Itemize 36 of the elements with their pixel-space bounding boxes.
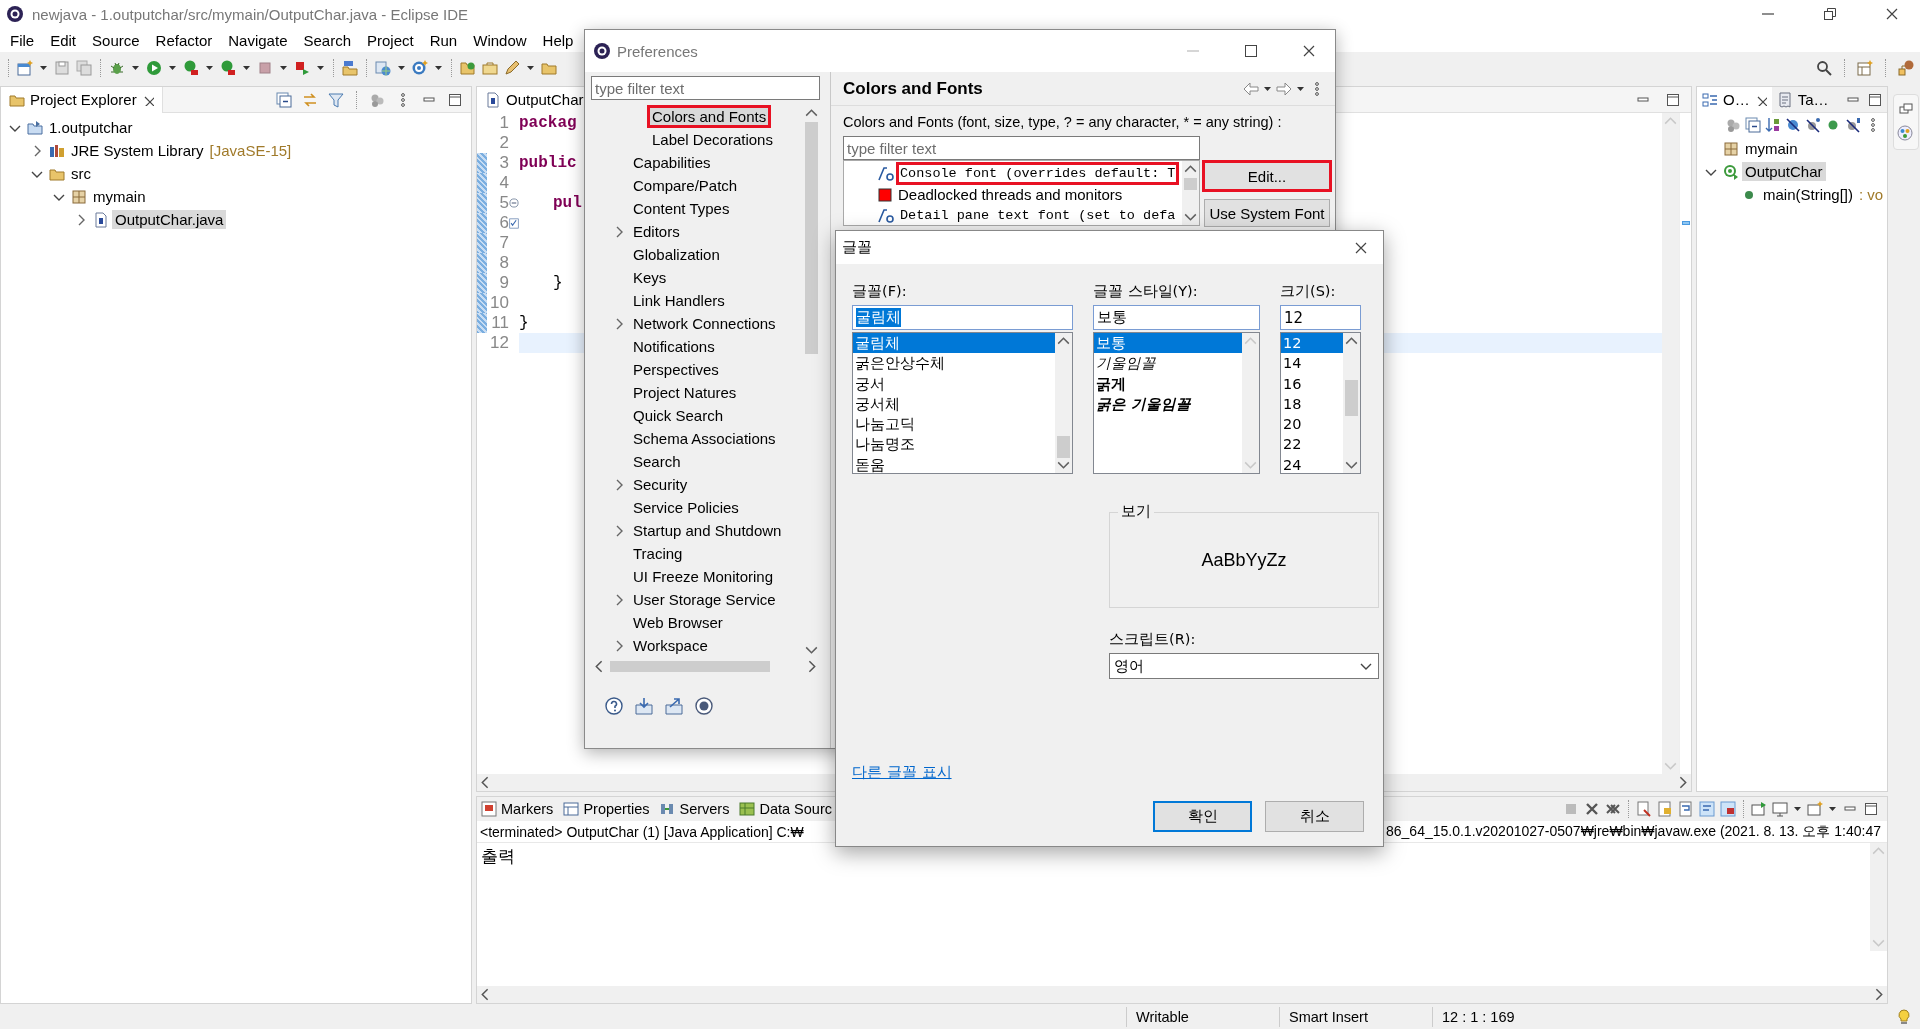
library-version-label: [JavaSE-15]	[208, 141, 293, 160]
status-text: Smart Insert	[1289, 1008, 1368, 1025]
line-number: 4	[498, 173, 509, 193]
line-number: 11	[490, 313, 509, 333]
line-number: 7	[498, 233, 509, 253]
line-number: 10	[489, 293, 509, 313]
line-number: 8	[498, 253, 509, 273]
status-text: Writable	[1136, 1008, 1189, 1025]
return-type-label: : vo	[1858, 185, 1885, 204]
line-number: 2	[498, 133, 509, 153]
console-output: 출력	[480, 846, 516, 868]
line-number: 1	[498, 113, 509, 133]
code-text: packag	[519, 114, 577, 132]
code-text: public	[519, 154, 577, 172]
code-text: }	[553, 274, 563, 292]
line-number: 3	[498, 153, 509, 173]
description-text: Colors and Fonts (font, size, type, ? = any character, * = any string) :	[843, 114, 1283, 130]
line-number: 6	[498, 213, 509, 233]
field-label: 크기(S):	[1280, 282, 1337, 301]
group-label: 보기	[1118, 502, 1154, 521]
line-number: 9	[498, 273, 509, 293]
dialog-title: 글꼴	[842, 238, 872, 257]
dialog-title: Preferences	[617, 42, 698, 60]
console-path: 86_64_15.0.1.v20201027-0507₩jre₩bin₩javaw.exe (2021. 8. 13. 오후 1:40:47	[1386, 822, 1882, 841]
code-text: pul	[553, 194, 582, 212]
field-label: 글꼴 스타일(Y):	[1093, 282, 1199, 301]
code-text: }	[519, 314, 529, 332]
console-path: <terminated> OutputChar (1) [Java Application] C:₩	[480, 823, 805, 840]
line-number: 5	[498, 193, 509, 213]
preview-text: AaBbYyZz	[1201, 549, 1287, 571]
window-title: newjava - 1.outputchar/src/mymain/OutputChar.java - Eclipse IDE	[32, 5, 469, 23]
field-label: 글꼴(F):	[852, 282, 908, 301]
status-text: 12 : 1 : 169	[1442, 1008, 1515, 1025]
field-label: 스크립트(R):	[1109, 630, 1197, 649]
page-title: Colors and Fonts	[843, 78, 983, 99]
line-number: 12	[489, 333, 509, 353]
